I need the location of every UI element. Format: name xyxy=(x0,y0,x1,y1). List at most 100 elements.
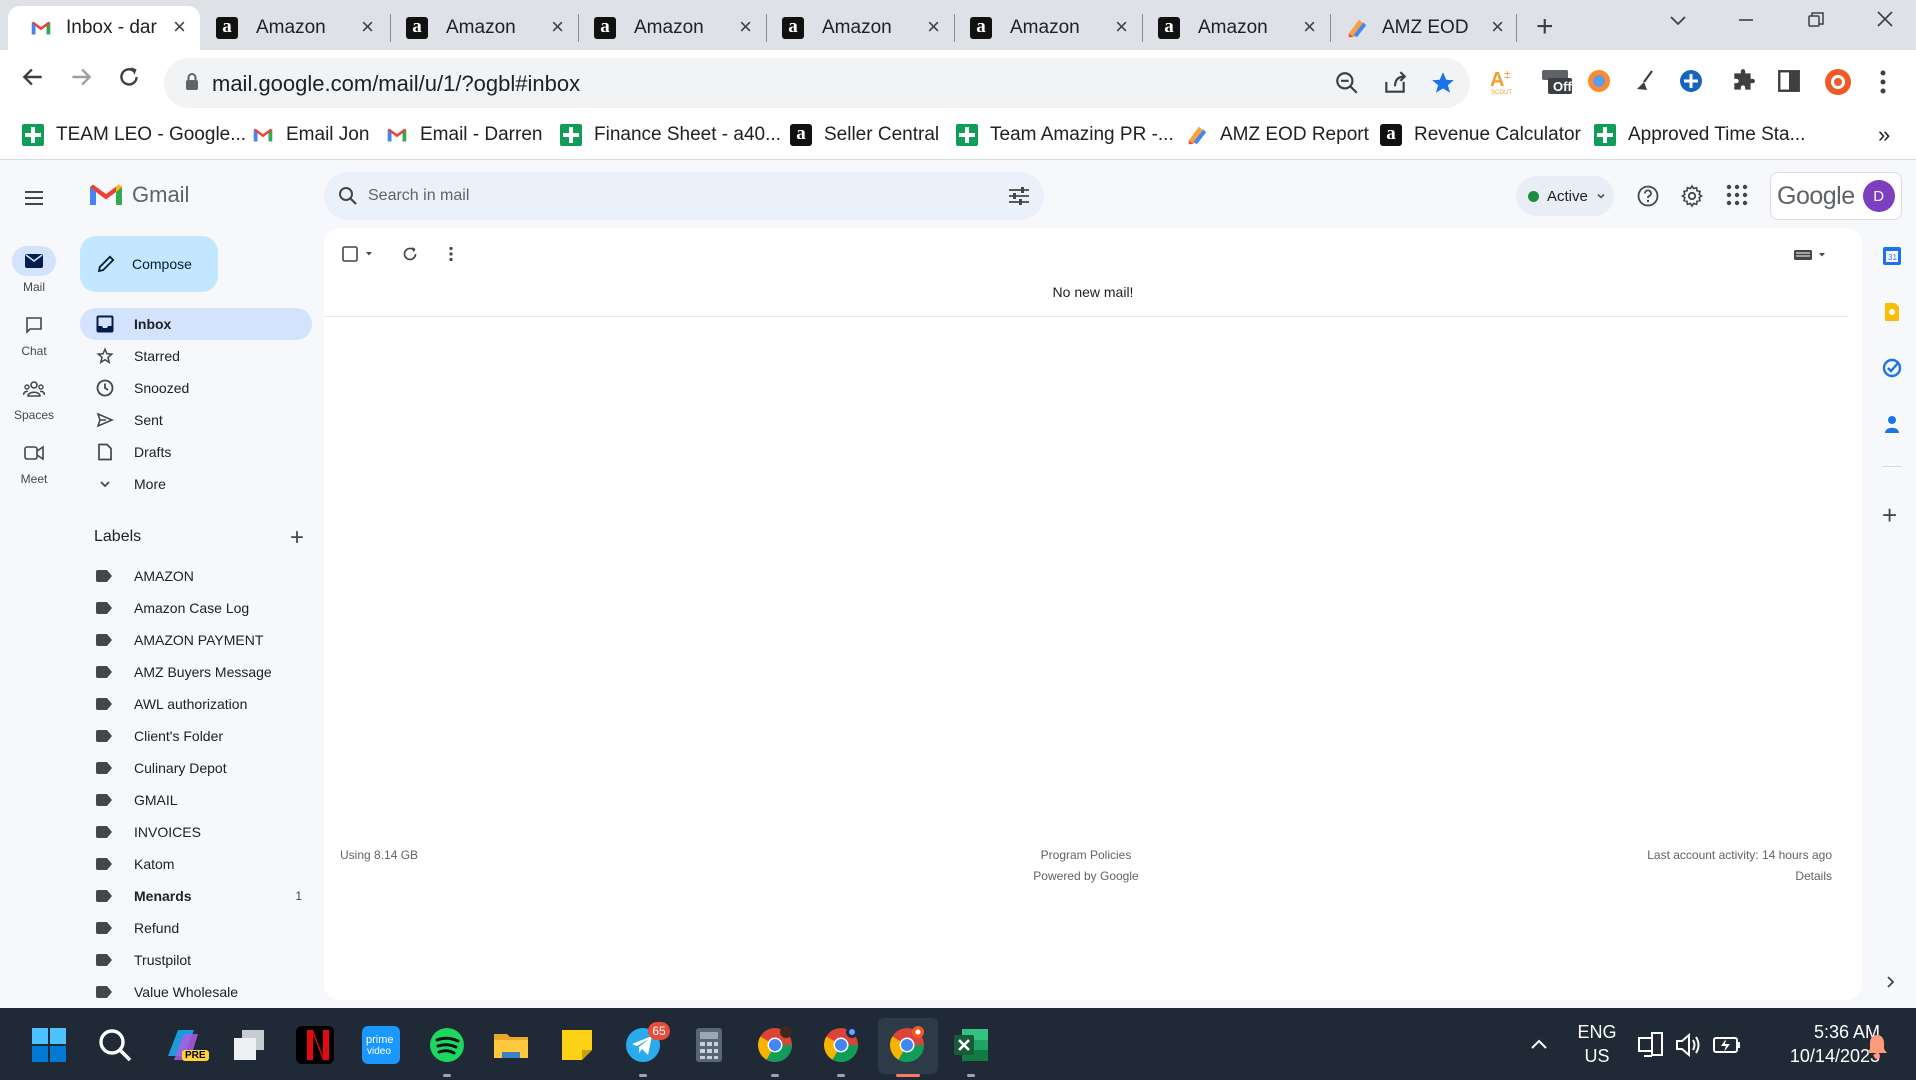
extensions-puzzle-icon[interactable] xyxy=(1730,68,1758,96)
rail-item-spaces[interactable]: Spaces xyxy=(6,374,62,422)
close-tab-icon[interactable]: × xyxy=(927,14,940,40)
firefox-extension-icon[interactable] xyxy=(1586,68,1614,96)
label-item[interactable]: AMAZON PAYMENT xyxy=(96,624,306,656)
calculator-icon[interactable] xyxy=(690,1026,728,1064)
close-tab-icon[interactable]: × xyxy=(1303,14,1316,40)
back-button[interactable] xyxy=(20,64,46,97)
apps-grid-icon[interactable] xyxy=(1726,184,1748,211)
bookmark-revenue-calculator[interactable]: a Revenue Calculator xyxy=(1380,124,1581,146)
nav-item-drafts[interactable]: Drafts xyxy=(80,436,312,468)
restore-icon[interactable] xyxy=(1806,10,1826,36)
keep-icon[interactable] xyxy=(1882,302,1902,327)
get-addons-icon[interactable]: + xyxy=(1882,500,1897,531)
tab-amazon-2[interactable]: a Amazon × xyxy=(390,6,578,50)
input-region[interactable]: US xyxy=(1572,1046,1622,1067)
label-item[interactable]: Client's Folder xyxy=(96,720,306,752)
label-item[interactable]: Menards 1 xyxy=(96,880,306,912)
label-item[interactable]: Trustpilot xyxy=(96,944,306,976)
nav-item-more[interactable]: More xyxy=(80,468,312,500)
tab-amz-eod[interactable]: AMZ EOD × xyxy=(1330,6,1518,50)
battery-icon[interactable] xyxy=(1712,1030,1742,1060)
tab-search-icon[interactable] xyxy=(1668,10,1688,36)
search-icon[interactable] xyxy=(338,186,358,211)
search-input[interactable] xyxy=(368,172,968,220)
input-tools-icon[interactable] xyxy=(1794,248,1828,267)
clock-time[interactable]: 5:36 AM xyxy=(1756,1022,1880,1043)
contacts-icon[interactable] xyxy=(1882,414,1902,439)
sticky-notes-icon[interactable] xyxy=(558,1026,596,1064)
rail-item-chat[interactable]: Chat xyxy=(6,310,62,358)
help-icon[interactable] xyxy=(1636,184,1660,213)
copilot-preview-icon[interactable]: PRE xyxy=(164,1026,209,1064)
label-item[interactable]: INVOICES xyxy=(96,816,306,848)
gmail-logo[interactable]: Gmail xyxy=(90,182,189,208)
address-bar[interactable]: mail.google.com/mail/u/1/?ogbl#inbox xyxy=(164,58,1470,108)
rail-item-meet[interactable]: Meet xyxy=(6,438,62,486)
label-item[interactable]: AWL authorization xyxy=(96,688,306,720)
bookmark-team-amazing[interactable]: Team Amazing PR -... xyxy=(956,124,1174,146)
tasks-icon[interactable] xyxy=(1882,358,1902,383)
close-tab-icon[interactable]: × xyxy=(739,14,752,40)
prime-video-icon[interactable]: prime video xyxy=(362,1026,400,1064)
close-tab-icon[interactable]: × xyxy=(551,14,564,40)
chrome-menu-icon[interactable] xyxy=(1878,68,1906,96)
nav-item-snoozed[interactable]: Snoozed xyxy=(80,372,312,404)
bookmark-email-jon[interactable]: Email Jon xyxy=(252,124,369,146)
tab-gmail-inbox[interactable]: Inbox - dar × xyxy=(8,6,200,50)
main-menu-icon[interactable] xyxy=(22,186,46,215)
settings-gear-icon[interactable] xyxy=(1680,184,1704,213)
program-policies-link[interactable]: Program Policies xyxy=(324,848,1848,862)
bookmark-seller-central[interactable]: a Seller Central xyxy=(790,124,939,146)
plugin-extension-icon[interactable] xyxy=(1678,68,1706,96)
close-tab-icon[interactable]: × xyxy=(1491,14,1504,40)
label-item[interactable]: GMAIL xyxy=(96,784,306,816)
tab-amazon-1[interactable]: a Amazon × xyxy=(200,6,388,50)
bookmark-approved-time[interactable]: Approved Time Sta... xyxy=(1594,124,1805,146)
bookmark-finance-sheet[interactable]: Finance Sheet - a40... xyxy=(560,124,781,146)
search-bar[interactable] xyxy=(324,172,1044,220)
bookmarks-overflow-button[interactable]: » xyxy=(1878,122,1890,148)
task-view-icon[interactable] xyxy=(230,1026,268,1064)
chrome-profile-2-icon[interactable] xyxy=(822,1026,860,1064)
spotify-icon[interactable] xyxy=(428,1026,466,1064)
url-text[interactable]: mail.google.com/mail/u/1/?ogbl#inbox xyxy=(212,71,580,97)
bookmark-team-leo[interactable]: TEAM LEO - Google... xyxy=(22,124,246,146)
forward-button[interactable] xyxy=(68,64,94,97)
minimize-icon[interactable] xyxy=(1736,10,1756,36)
close-tab-icon[interactable]: × xyxy=(1115,14,1128,40)
select-all-checkbox[interactable] xyxy=(342,246,376,267)
reload-button[interactable] xyxy=(116,64,142,97)
refresh-icon[interactable] xyxy=(402,246,418,267)
close-window-icon[interactable] xyxy=(1874,8,1896,36)
create-label-button[interactable]: + xyxy=(290,524,304,552)
chevron-right-icon[interactable] xyxy=(1882,974,1898,995)
tab-amazon-3[interactable]: a Amazon × xyxy=(578,6,766,50)
label-item[interactable]: Culinary Depot xyxy=(96,752,306,784)
side-panel-icon[interactable] xyxy=(1776,68,1804,96)
label-item[interactable]: Amazon Case Log xyxy=(96,592,306,624)
excel-icon[interactable] xyxy=(952,1026,990,1064)
notification-bell-icon[interactable] xyxy=(1864,1032,1890,1060)
label-item[interactable]: Refund xyxy=(96,912,306,944)
rail-item-mail[interactable]: Mail xyxy=(6,246,62,294)
clock-date[interactable]: 10/14/2023 xyxy=(1756,1046,1880,1067)
compose-button[interactable]: Compose xyxy=(80,236,218,292)
label-item[interactable]: Katom xyxy=(96,848,306,880)
windows-start-icon[interactable] xyxy=(30,1026,68,1064)
search-options-icon[interactable] xyxy=(1008,186,1030,211)
netflix-icon[interactable] xyxy=(296,1026,334,1064)
label-item[interactable]: AMAZON xyxy=(96,560,306,592)
share-icon[interactable] xyxy=(1382,70,1408,101)
nav-item-inbox[interactable]: Inbox xyxy=(80,308,312,340)
chevron-up-icon[interactable] xyxy=(1526,1032,1552,1058)
file-explorer-icon[interactable] xyxy=(492,1026,530,1064)
profile-avatar-icon[interactable] xyxy=(1824,68,1852,96)
tab-amazon-5[interactable]: a Amazon × xyxy=(954,6,1142,50)
status-dropdown[interactable]: Active xyxy=(1516,176,1614,216)
bookmark-amz-eod-report[interactable]: AMZ EOD Report xyxy=(1186,124,1369,146)
chrome-profile-3-icon[interactable] xyxy=(888,1026,926,1064)
toggle-extension-icon[interactable]: Off xyxy=(1540,66,1574,94)
close-tab-icon[interactable]: × xyxy=(173,14,186,40)
calendar-icon[interactable]: 31 xyxy=(1882,246,1902,271)
input-language[interactable]: ENG xyxy=(1572,1022,1622,1043)
